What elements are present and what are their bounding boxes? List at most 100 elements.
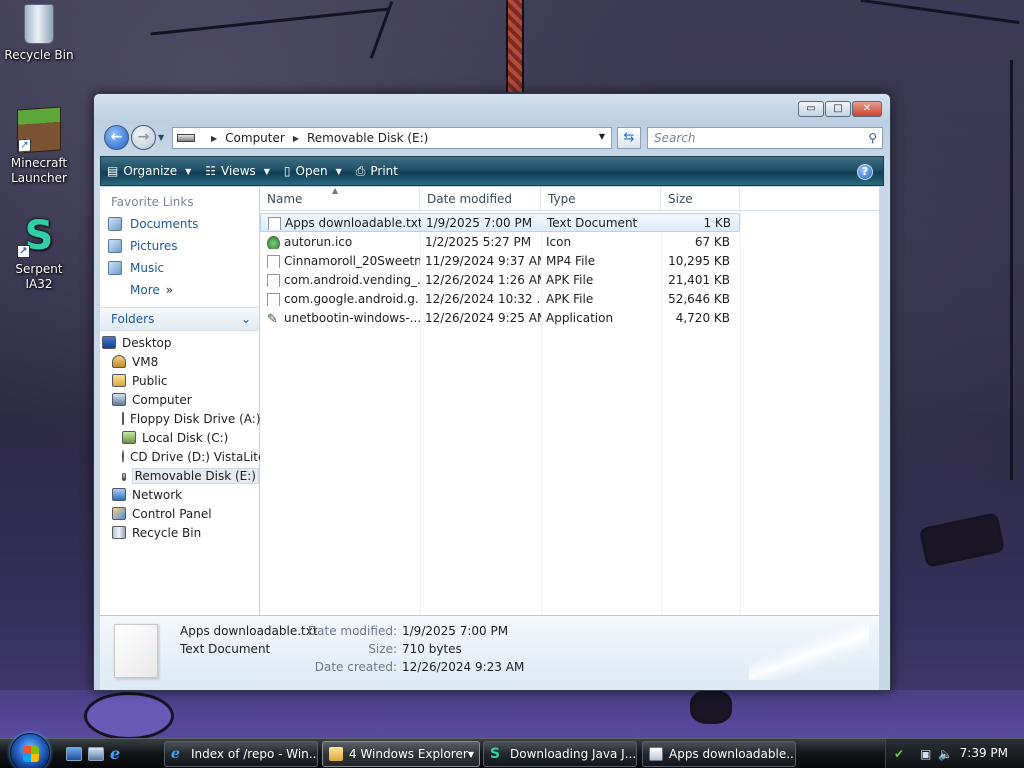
close-button[interactable]: ✕ <box>852 101 882 117</box>
help-icon[interactable]: ? <box>857 164 873 180</box>
chevron-down-icon[interactable]: ▼ <box>599 132 605 141</box>
show-desktop-icon[interactable] <box>66 747 82 761</box>
taskbar-button-downloading-java[interactable]: S Downloading Java J... <box>483 741 637 767</box>
command-bar: ▤ Organize ▼ ☷ Views ▼ ▯ Open ▼ ⎙ Print … <box>100 156 884 186</box>
internet-explorer-icon[interactable]: e <box>110 746 126 762</box>
file-date: 1/2/2025 5:27 PM <box>425 234 532 249</box>
breadcrumb-computer[interactable]: Computer <box>225 131 285 145</box>
file-row[interactable]: autorun.ico 1/2/2025 5:27 PM Icon 67 KB <box>260 232 740 251</box>
details-pane: Apps downloadable.txt Text Document Date… <box>100 615 879 690</box>
generic-file-icon <box>267 292 280 306</box>
desktop-icon-recycle-bin[interactable]: Recycle Bin <box>1 4 77 63</box>
start-button[interactable] <box>10 733 50 768</box>
tree-item-desktop[interactable]: Desktop <box>100 333 259 352</box>
search-input[interactable]: Search ⚲ <box>647 127 883 149</box>
tree-item-floppy[interactable]: Floppy Disk Drive (A:) <box>100 409 261 428</box>
user-folder-icon <box>112 355 126 368</box>
desktop-icon-label: Minecraft Launcher <box>10 156 68 185</box>
tree-item-label: Control Panel <box>132 506 212 521</box>
column-header-label: Size <box>668 192 693 206</box>
file-row[interactable]: Cinnamoroll_20Sweetn... 11/29/2024 9:37 … <box>260 251 740 270</box>
application-icon: ✎ <box>267 311 278 325</box>
chevron-down-icon: ▼ <box>467 749 474 759</box>
tree-item-vm8[interactable]: VM8 <box>100 352 259 371</box>
switch-windows-icon[interactable] <box>88 747 104 761</box>
open-button[interactable]: ▯ Open ▼ <box>284 164 342 178</box>
wallpaper-crack <box>150 7 390 36</box>
refresh-icon: ⇆ <box>623 130 635 145</box>
minimize-button[interactable]: ▭ <box>798 101 824 117</box>
generic-file-icon <box>267 254 280 268</box>
notepad-icon: ▯ <box>283 164 291 178</box>
back-button[interactable]: ← <box>104 125 129 150</box>
sort-ascending-icon: ▲ <box>332 186 339 195</box>
chevron-down-icon: ▼ <box>263 166 270 176</box>
taskbar-button-notepad[interactable]: Apps downloadable.... <box>642 741 796 767</box>
tree-item-label: Local Disk (C:) <box>142 430 229 445</box>
breadcrumb-separator-icon[interactable]: ▶ <box>211 134 217 143</box>
system-tray: ✔ ▣ 🔈 7:39 PM <box>885 739 1024 768</box>
navigation-pane: Favorite Links Documents Pictures Music … <box>100 187 265 615</box>
recent-pages-dropdown[interactable]: ▼ <box>158 133 164 142</box>
address-bar[interactable]: ▶ Computer ▶ Removable Disk (E:) ▼ <box>172 127 612 149</box>
favorite-link-music[interactable]: Music <box>100 257 259 279</box>
autorun-icon-file-icon <box>267 235 280 249</box>
refresh-button[interactable]: ⇆ <box>617 127 641 149</box>
tree-item-public[interactable]: Public <box>100 371 259 390</box>
file-list[interactable]: Name ▲ Date modified Type Size Apps down… <box>260 186 879 615</box>
column-header-date-modified[interactable]: Date modified <box>420 187 541 211</box>
file-date: 11/29/2024 9:37 AM <box>425 253 541 268</box>
file-row[interactable]: Apps downloadable.txt 1/9/2025 7:00 PM T… <box>260 213 740 232</box>
file-row[interactable]: com.android.vending_... 12/26/2024 1:26 … <box>260 270 740 289</box>
desktop-icon <box>102 336 116 349</box>
file-name: com.android.vending_... <box>284 272 420 287</box>
tree-item-cd-drive[interactable]: CD Drive (D:) VistaLite <box>100 447 265 466</box>
taskbar-button-windows-explorer[interactable]: 4 Windows Explorer ▼ <box>322 741 480 767</box>
tree-item-recycle-bin[interactable]: Recycle Bin <box>100 523 259 542</box>
more-label: More <box>130 283 160 297</box>
safely-remove-hardware-icon[interactable]: ✔ <box>894 747 904 761</box>
column-header-size[interactable]: Size <box>661 187 740 211</box>
breadcrumb-separator-icon[interactable]: ▶ <box>293 134 299 143</box>
tree-item-label: Desktop <box>122 335 172 350</box>
forward-button[interactable]: → <box>131 125 156 150</box>
search-icon[interactable]: ⚲ <box>868 131 877 145</box>
taskbar-button-internet-explorer[interactable]: e Index of /repo - Win... <box>164 741 318 767</box>
details-created-label: Date created: <box>314 660 397 674</box>
file-date: 1/9/2025 7:00 PM <box>426 215 533 230</box>
desktop-icon-minecraft-launcher[interactable]: ↗ Minecraft Launcher <box>1 106 77 186</box>
breadcrumb-removable-disk[interactable]: Removable Disk (E:) <box>307 131 428 145</box>
favorite-link-pictures[interactable]: Pictures <box>100 235 259 257</box>
file-size: 52,646 KB <box>668 291 730 306</box>
explorer-window[interactable]: ▭ □ ✕ ← → ▼ ▶ Computer ▶ Removable Disk … <box>93 93 891 691</box>
folders-header[interactable]: Folders ⌄ <box>100 307 259 331</box>
desktop-icon-serpent-ia32[interactable]: S ↗ Serpent IA32 <box>1 214 77 292</box>
wallpaper-crack <box>860 0 1020 25</box>
column-header-type[interactable]: Type <box>541 187 661 211</box>
tree-item-local-disk[interactable]: Local Disk (C:) <box>100 428 259 447</box>
tree-item-control-panel[interactable]: Control Panel <box>100 504 259 523</box>
favorite-link-documents[interactable]: Documents <box>100 213 259 235</box>
forward-arrow-icon: → <box>137 129 150 145</box>
file-name-cell: Cinnamoroll_20Sweetn... <box>260 254 420 268</box>
file-row[interactable]: ✎ unetbootin-windows-... 12/26/2024 9:25… <box>260 308 740 327</box>
text-document-icon <box>268 216 281 230</box>
organize-button[interactable]: ▤ Organize ▼ <box>107 164 191 178</box>
more-favorites-link[interactable]: More » <box>100 279 259 301</box>
column-header-name[interactable]: Name ▲ <box>260 186 420 211</box>
tree-item-network[interactable]: Network <box>100 485 259 504</box>
volume-muted-icon[interactable]: 🔈 <box>938 747 953 761</box>
tree-item-computer[interactable]: Computer <box>100 390 259 409</box>
wallpaper-ball <box>84 692 174 740</box>
maximize-button[interactable]: □ <box>825 101 851 117</box>
file-name: unetbootin-windows-... <box>284 310 420 325</box>
shortcut-arrow-icon: ↗ <box>18 138 31 153</box>
print-button[interactable]: ⎙ Print <box>356 164 398 179</box>
clock[interactable]: 7:39 PM <box>960 746 1008 760</box>
network-icon[interactable]: ▣ <box>920 747 931 761</box>
views-button[interactable]: ☷ Views ▼ <box>205 164 270 178</box>
tree-item-removable-disk[interactable]: Removable Disk (E:) <box>100 466 259 485</box>
file-size: 10,295 KB <box>668 253 730 268</box>
removable-drive-icon <box>122 473 126 481</box>
file-row[interactable]: com.google.android.g... 12/26/2024 10:32… <box>260 289 740 308</box>
